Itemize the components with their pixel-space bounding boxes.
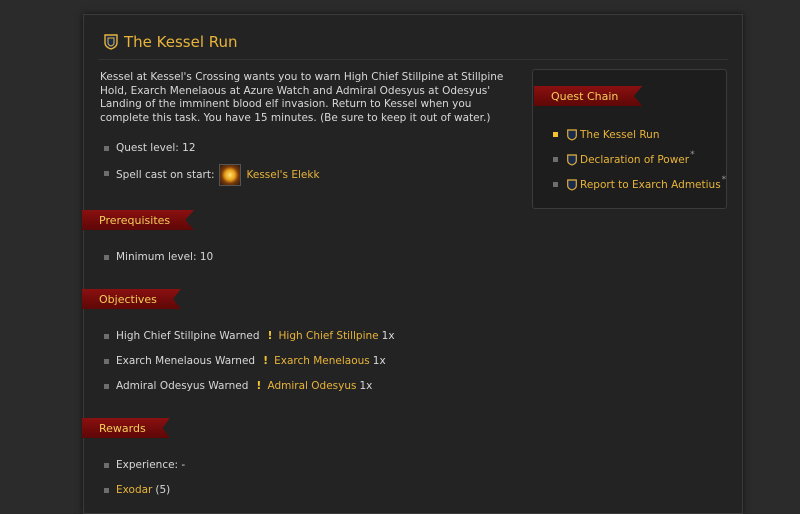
rewards-header: Rewards xyxy=(99,421,146,435)
objective-target-link[interactable]: Admiral Odesyus xyxy=(267,380,356,392)
quest-chain-star: * xyxy=(721,174,727,185)
quest-title-row: The Kessel Run xyxy=(104,33,238,51)
spell-cast-label: Spell cast on start: xyxy=(116,168,215,181)
quest-chain-banner: Quest Chain xyxy=(534,86,643,106)
prerequisites-header: Prerequisites xyxy=(99,213,171,227)
objective-target-link[interactable]: Exarch Menelaous xyxy=(274,355,370,367)
quest-chain-item[interactable]: Declaration of Power * xyxy=(553,147,726,172)
prerequisites-banner: Prerequisites xyxy=(82,210,195,230)
quest-chain-link[interactable]: Declaration of Power xyxy=(580,154,689,166)
experience-item: Experience: - xyxy=(104,452,185,477)
quest-chain-item[interactable]: The Kessel Run xyxy=(553,122,726,147)
faction-link[interactable]: Exodar xyxy=(116,484,152,496)
objective-item: Admiral Odesyus Warned ! Admiral Odesyus… xyxy=(104,373,395,398)
spell-cast-item: Spell cast on start: Kessel's Elekk xyxy=(104,160,320,189)
prerequisites-list: Minimum level: 10 xyxy=(104,244,213,269)
objectives-list: High Chief Stillpine Warned ! High Chief… xyxy=(104,323,395,398)
quest-description: Kessel at Kessel's Crossing wants you to… xyxy=(100,71,504,124)
quest-title: The Kessel Run xyxy=(124,33,238,51)
objective-count: 1x xyxy=(372,354,386,367)
alliance-shield-icon xyxy=(567,153,577,166)
quest-chain-item[interactable]: Report to Exarch Admetius * xyxy=(553,172,726,197)
quest-chain-box: Quest Chain The Kessel Run Declaration o… xyxy=(532,69,727,209)
quest-level-text: Quest level: 12 xyxy=(116,141,196,154)
alliance-shield-icon xyxy=(567,128,577,141)
exclamation-icon: ! xyxy=(263,354,269,367)
objectives-banner: Objectives xyxy=(82,289,181,309)
exclamation-icon: ! xyxy=(256,379,262,392)
quest-chain-star: * xyxy=(690,149,695,160)
quest-chain-header: Quest Chain xyxy=(551,89,619,103)
objectives-header: Objectives xyxy=(99,292,157,306)
quest-info-list: Quest level: 12 Spell cast on start: Kes… xyxy=(104,135,320,189)
quest-chain-link[interactable]: Report to Exarch Admetius xyxy=(580,179,721,191)
quest-level-item: Quest level: 12 xyxy=(104,135,320,160)
objective-item: High Chief Stillpine Warned ! High Chief… xyxy=(104,323,395,348)
min-level-item: Minimum level: 10 xyxy=(104,244,213,269)
rewards-banner: Rewards xyxy=(82,418,170,438)
fire-burst-icon[interactable] xyxy=(218,163,241,186)
objective-item: Exarch Menelaous Warned ! Exarch Menelao… xyxy=(104,348,395,373)
objective-count: 1x xyxy=(359,379,373,392)
min-level-text: Minimum level: 10 xyxy=(116,250,214,263)
spell-link[interactable]: Kessel's Elekk xyxy=(247,169,320,181)
quest-chain-list: The Kessel Run Declaration of Power * Re… xyxy=(553,122,726,197)
objective-label: High Chief Stillpine Warned xyxy=(116,329,260,342)
quest-chain-link[interactable]: The Kessel Run xyxy=(580,129,659,141)
exclamation-icon: ! xyxy=(267,329,273,342)
objective-label: Exarch Menelaous Warned xyxy=(116,354,256,367)
quest-panel: The Kessel Run Kessel at Kessel's Crossi… xyxy=(82,14,743,514)
rewards-list: Experience: - Exodar (5) xyxy=(104,452,185,502)
objective-count: 1x xyxy=(381,329,395,342)
title-divider xyxy=(98,59,728,60)
alliance-shield-icon xyxy=(567,178,577,191)
experience-text: Experience: - xyxy=(116,458,186,471)
objective-label: Admiral Odesyus Warned xyxy=(116,379,249,392)
objective-target-link[interactable]: High Chief Stillpine xyxy=(279,330,379,342)
alliance-shield-icon xyxy=(104,34,118,50)
reputation-amount: (5) xyxy=(155,483,171,496)
reputation-item: Exodar (5) xyxy=(104,477,185,502)
